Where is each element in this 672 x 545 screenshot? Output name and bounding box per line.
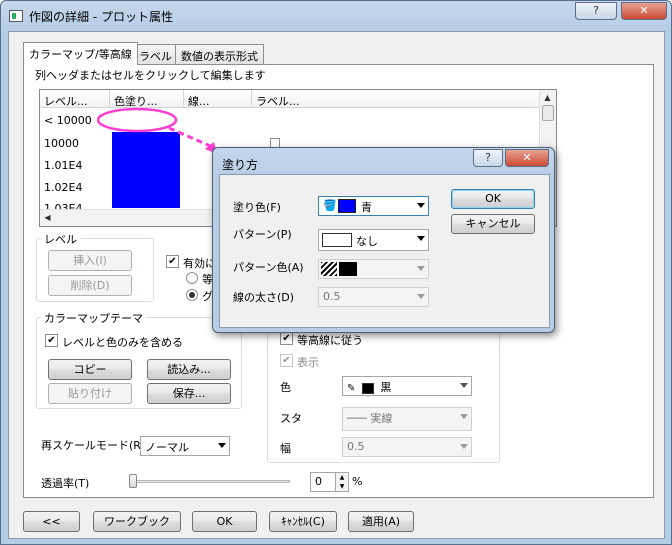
fill-color-select[interactable]: 🪣 青 [318, 196, 429, 216]
line-style-label: スタ [280, 412, 302, 425]
pattern-color-label: パターン色(A) [233, 261, 304, 274]
cancel-button[interactable]: ｷｬﾝｾﾙ(C) [269, 511, 337, 532]
apply-button[interactable]: 適用(A) [348, 511, 414, 532]
show-lines-label: 表示 [297, 356, 319, 369]
scroll-up-icon[interactable]: ▲ [540, 90, 555, 105]
line-thickness-label: 線の太さ(D) [233, 291, 295, 304]
grid-cell-level[interactable]: 1.01E4 [44, 159, 82, 172]
include-levels-label: レベルと色のみを含める [62, 336, 183, 349]
solid-line-icon: ─── [347, 412, 371, 425]
pattern-color-select[interactable] [318, 259, 429, 279]
back-button[interactable]: << [23, 511, 80, 532]
include-levels-checkbox[interactable]: ✔ [45, 334, 58, 347]
paste-button[interactable]: 貼り付け [48, 383, 132, 404]
transparency-slider-thumb[interactable] [129, 474, 137, 488]
ok-button[interactable]: OK [192, 511, 257, 532]
col-header-label[interactable]: ラベル... [252, 90, 541, 108]
tab-number-format[interactable]: 数値の表示形式 [175, 44, 264, 64]
radio-option-1[interactable] [186, 272, 198, 284]
window-title: 作図の詳細 - プロット属性 [29, 10, 173, 24]
chevron-down-icon [460, 444, 468, 449]
follow-contour-checkbox[interactable]: ✔ [280, 332, 293, 345]
popup-cancel-button[interactable]: キャンセル [451, 214, 535, 234]
line-width-value: 0.5 [347, 440, 365, 453]
line-width-label: 幅 [280, 442, 291, 455]
pattern-value: なし [356, 235, 378, 248]
grid-cell-level[interactable]: 10000 [44, 137, 79, 150]
tab-colormap[interactable]: カラーマップ/等高線 [23, 42, 138, 65]
popup-ok-button[interactable]: OK [451, 189, 535, 209]
fill-color-swatch [338, 199, 356, 213]
fill-color-label: 塗り色(F) [233, 201, 281, 214]
pattern-hatch-icon [321, 262, 337, 276]
grid-cell-level[interactable]: 1.02E4 [44, 181, 82, 194]
line-thickness-select[interactable]: 0.5 [318, 287, 429, 307]
help-button[interactable]: ? [575, 2, 617, 20]
insert-button[interactable]: 挿入(I) [48, 250, 132, 271]
line-style-select[interactable]: ─── 実線 [342, 407, 472, 431]
line-color-swatch [361, 382, 374, 394]
fill-style-popup: 塗り方 ? ✕ 塗り色(F) 🪣 青 パターン(P) なし パターン色(A) 線… [212, 147, 555, 333]
line-thickness-value: 0.5 [323, 290, 341, 303]
rescale-label: 再スケールモード(R) [41, 439, 146, 452]
scroll-left-icon[interactable]: ◀ [40, 210, 55, 225]
app-icon [9, 10, 23, 22]
transparency-slider[interactable] [130, 480, 290, 483]
line-color-select[interactable]: ✎ 黒 [342, 376, 472, 396]
pattern-label: パターン(P) [233, 228, 292, 241]
chevron-down-icon [417, 266, 425, 271]
load-button[interactable]: 読込み... [147, 359, 231, 380]
pattern-swatch [322, 233, 352, 247]
chevron-down-icon [417, 294, 425, 299]
popup-close-button[interactable]: ✕ [505, 149, 549, 167]
pattern-color-swatch [339, 262, 357, 276]
chevron-down-icon [218, 443, 226, 448]
title-bar[interactable]: 作図の詳細 - プロット属性 ? ✕ [1, 1, 671, 31]
grid-cell-level[interactable]: < 10000 [44, 114, 92, 127]
line-style-value: 実線 [370, 412, 393, 425]
close-button[interactable]: ✕ [621, 2, 667, 20]
enable-checkbox[interactable]: ✔ [166, 255, 179, 268]
line-width-select[interactable]: 0.5 [342, 437, 472, 457]
workbook-button[interactable]: ワークブック [93, 511, 181, 532]
rescale-select[interactable]: ノーマル [140, 436, 230, 456]
transparency-spinner[interactable]: ▲ ▼ [335, 472, 349, 492]
radio-option-2[interactable] [186, 289, 198, 301]
chevron-down-icon [460, 383, 468, 388]
transparency-label: 透過率(T) [41, 477, 90, 490]
pen-icon: ✎ [347, 383, 356, 394]
follow-contour-label: 等高線に従う [297, 334, 363, 347]
transparency-unit: % [352, 475, 363, 488]
chevron-down-icon [417, 236, 425, 241]
line-color-label: 色 [280, 381, 291, 394]
show-lines-checkbox[interactable]: ✔ [280, 354, 293, 367]
chevron-down-icon [460, 414, 468, 419]
colormap-theme-label: カラーマップテーマ [41, 310, 146, 326]
scroll-thumb[interactable] [542, 105, 554, 121]
chevron-down-icon [417, 203, 425, 208]
paint-bucket-icon: 🪣 [323, 199, 337, 212]
pattern-select[interactable]: なし [318, 229, 429, 251]
tab-label[interactable]: ラベル [133, 44, 178, 64]
fill-color-value: 青 [361, 201, 372, 214]
line-color-value: 黒 [380, 381, 392, 394]
popup-title: 塗り方 [222, 158, 259, 172]
rescale-value: ノーマル [145, 441, 189, 454]
popup-help-button[interactable]: ? [473, 149, 503, 167]
transparency-input[interactable]: 0 [310, 472, 336, 492]
copy-button[interactable]: コピー [48, 359, 132, 380]
level-group-label: レベル [41, 231, 80, 247]
popup-client: 塗り色(F) 🪣 青 パターン(P) なし パターン色(A) 線の太さ(D) 0… [219, 174, 550, 328]
delete-button[interactable]: 削除(D) [48, 275, 132, 296]
grid-hint: 列ヘッダまたはセルをクリックして編集します [35, 69, 266, 82]
save-button[interactable]: 保存... [147, 383, 231, 404]
